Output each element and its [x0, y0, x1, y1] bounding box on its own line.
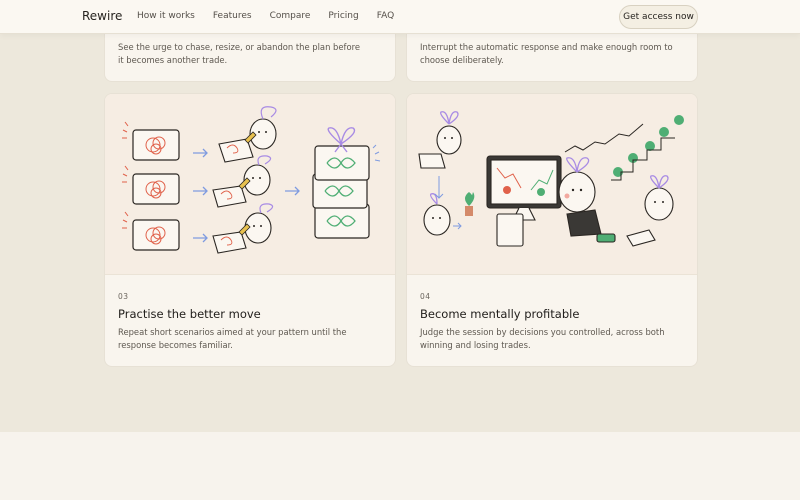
- brand-logo[interactable]: Rewire: [82, 9, 122, 23]
- card-number: 03: [118, 292, 129, 301]
- card-title: Practise the better move: [118, 307, 261, 321]
- nav-link-how-it-works[interactable]: How it works: [137, 11, 195, 21]
- card-step-04: 04 Become mentally profitable Judge the …: [406, 93, 698, 367]
- get-access-button[interactable]: Get access now: [619, 5, 698, 29]
- nav-link-pricing[interactable]: Pricing: [328, 11, 358, 21]
- card-description: Repeat short scenarios aimed at your pat…: [118, 327, 347, 350]
- nav-links: How it works Features Compare Pricing FA…: [137, 11, 412, 21]
- card-number: 04: [420, 292, 431, 301]
- practise-illustration: [105, 94, 395, 275]
- practise-illustration-svg: [122, 106, 381, 254]
- nav-link-compare[interactable]: Compare: [270, 11, 311, 21]
- nav-link-faq[interactable]: FAQ: [377, 11, 394, 21]
- profitable-illustration-svg: [418, 111, 684, 247]
- next-section-band: [0, 432, 800, 500]
- nav-link-features[interactable]: Features: [213, 11, 252, 21]
- top-nav: Rewire How it works Features Compare Pri…: [0, 0, 800, 34]
- card-description: See the urge to chase, resize, or abando…: [118, 42, 360, 65]
- profitable-illustration: [407, 94, 697, 275]
- card-step-03: 03 Practise the better move Repeat short…: [104, 93, 396, 367]
- card-description: Judge the session by decisions you contr…: [420, 327, 665, 350]
- card-description: Interrupt the automatic response and mak…: [420, 42, 673, 65]
- card-title: Become mentally profitable: [420, 307, 580, 321]
